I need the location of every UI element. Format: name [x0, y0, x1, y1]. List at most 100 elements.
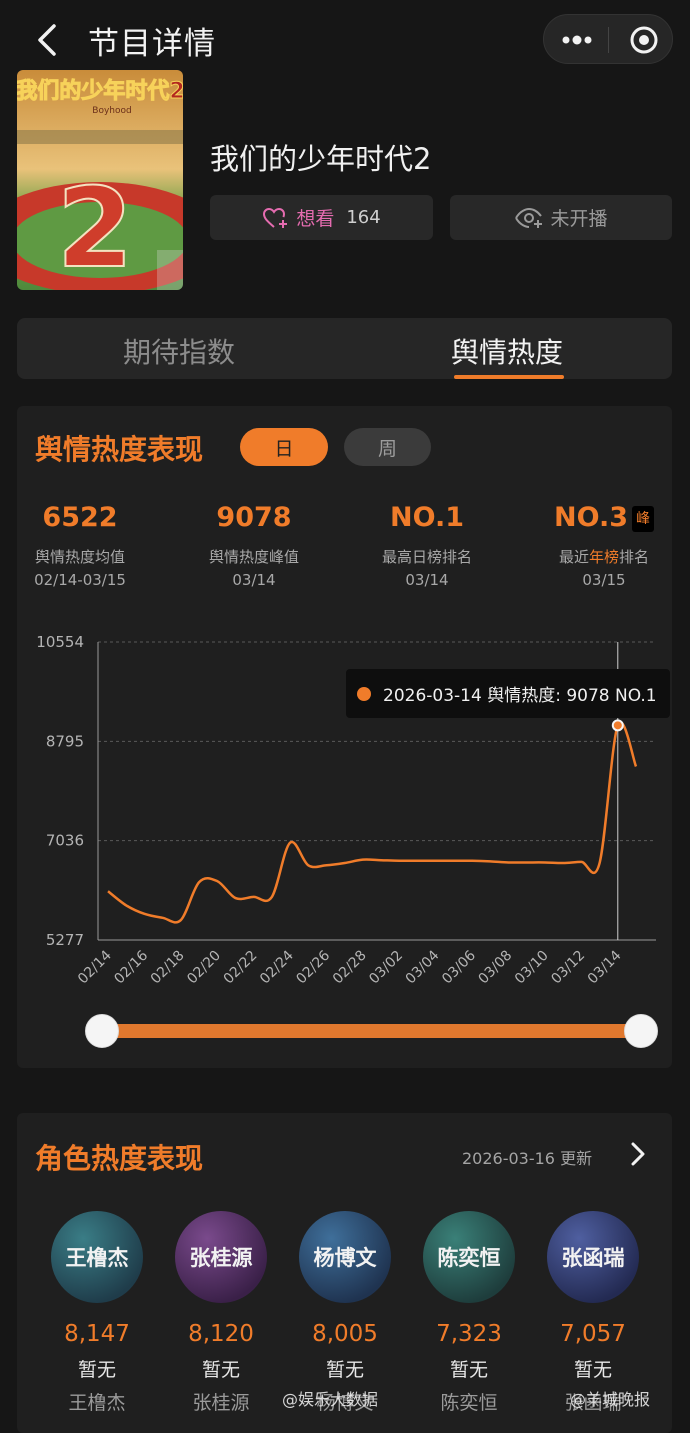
stat-date: 03/14 [405, 571, 449, 589]
heart-plus-icon [263, 207, 288, 228]
stat-date: 03/14 [232, 571, 276, 589]
stat-label-pre: 最近 [558, 548, 589, 566]
y-tick-label: 5277 [46, 931, 84, 949]
role-rank: 暂无 [77, 1359, 116, 1381]
x-tick-label: 02/22 [221, 948, 261, 988]
update-time: 2026-03-16 更新 [462, 1149, 593, 1168]
x-tick-label: 03/08 [476, 948, 516, 988]
role-rank: 暂无 [325, 1359, 364, 1381]
x-tick-label: 02/14 [75, 947, 115, 987]
role-score: 7,057 [560, 1321, 626, 1347]
want-count: 164 [346, 207, 381, 228]
role-item[interactable]: 王橹杰 8,147 暂无 王橹杰 [49, 1211, 145, 1415]
role-actor: 王橹杰 [68, 1392, 126, 1414]
y-tick-label: 8795 [46, 732, 84, 750]
role-item[interactable]: 张函瑞 7,057 暂无 张函瑞 [545, 1211, 641, 1415]
watermark-left: @娱乐大数据 [282, 1390, 379, 1409]
tab-bar: 期待指数 舆情热度 [17, 318, 672, 379]
stat-value: NO.1 [390, 502, 464, 533]
role-avatar: 杨博文 [299, 1211, 391, 1303]
stat-value: 9078 [216, 502, 292, 533]
x-tick-label: 02/24 [257, 947, 297, 987]
x-tick-label: 02/26 [293, 947, 333, 987]
status-label: 未开播 [550, 208, 608, 230]
stat-label-highlight: 年榜 [588, 548, 619, 566]
stat-label-post: 排名 [619, 548, 650, 566]
tab-public-opinion-heat[interactable]: 舆情热度 [451, 331, 563, 371]
x-tick-label: 02/28 [330, 948, 370, 988]
highlight-point [611, 719, 624, 732]
range-slider-end-handle[interactable] [624, 1014, 658, 1048]
role-score: 8,147 [64, 1321, 130, 1347]
stat-average: 6522 舆情热度均值 02/14-03/15 [5, 502, 155, 589]
capsule-divider [608, 27, 609, 53]
x-tick-label: 03/04 [403, 947, 443, 987]
range-slider-track[interactable] [102, 1024, 641, 1038]
top-bar: 节目详情 [0, 0, 690, 80]
want-label: 想看 [296, 208, 335, 230]
role-score: 8,120 [188, 1321, 254, 1347]
tab-expectation-index[interactable]: 期待指数 [123, 331, 235, 371]
want-to-watch-button[interactable]: 想看 164 [210, 195, 433, 240]
x-tick-label: 02/16 [111, 947, 151, 987]
poster-subtitle-art: Boyhood [92, 106, 131, 116]
x-tick-label: 03/06 [439, 947, 479, 987]
stat-label: 最高日榜排名 [381, 548, 472, 566]
broadcast-status-button[interactable]: 未开播 [450, 195, 672, 240]
mini-program-capsule [543, 14, 673, 64]
stat-peak: 9078 舆情热度峰值 03/14 [179, 502, 329, 589]
x-tick-label: 03/10 [512, 948, 552, 988]
section-title: 角色热度表现 [35, 1142, 204, 1175]
chevron-right-icon[interactable] [627, 1139, 649, 1169]
stat-recent-annual-rank: NO.3 峰 最近年榜排名 03/15 [529, 502, 679, 589]
more-icon[interactable] [558, 25, 598, 55]
role-heat-card: 角色热度表现 2026-03-16 更新 王橹杰 8,147 暂无 王橹杰 张桂… [17, 1113, 672, 1433]
toggle-day-button[interactable]: 日 [240, 428, 328, 466]
y-tick-label: 7036 [46, 832, 84, 850]
active-tab-indicator [454, 375, 564, 379]
heat-performance-card: 舆情热度表现 日 周 6522 舆情热度均值 02/14-03/15 9078 … [17, 406, 672, 1068]
stat-label: 舆情热度均值 [34, 548, 125, 566]
page-title: 节目详情 [88, 26, 216, 62]
x-tick-label: 02/20 [184, 948, 224, 988]
role-item[interactable]: 张桂源 8,120 暂无 张桂源 [173, 1211, 269, 1415]
role-item[interactable]: 陈奕恒 7,323 暂无 陈奕恒 [421, 1211, 517, 1415]
x-tick-label: 03/14 [585, 947, 625, 987]
watermark-right: @羊城晚报 [570, 1390, 651, 1409]
role-avatar: 陈奕恒 [423, 1211, 515, 1303]
eye-plus-icon [515, 207, 543, 228]
close-icon[interactable] [628, 24, 660, 56]
toggle-week-button[interactable]: 周 [344, 428, 431, 466]
role-score: 7,323 [436, 1321, 502, 1347]
stat-highest-daily-rank: NO.1 最高日榜排名 03/14 [352, 502, 502, 589]
show-title: 我们的少年时代2 [210, 142, 432, 176]
series-line [107, 721, 638, 924]
stat-date: 02/14-03/15 [34, 571, 126, 589]
range-slider-start-handle[interactable] [85, 1014, 119, 1048]
poster-title-art: 我们的少年时代2 [17, 78, 183, 104]
section-title: 舆情热度表现 [35, 433, 204, 466]
role-item[interactable]: 杨博文 8,005 暂无 杨博文 [297, 1211, 393, 1415]
stat-value: 6522 [42, 502, 118, 533]
tooltip-dot [357, 686, 371, 701]
poster-image[interactable]: 2 我们的少年时代2 Boyhood [17, 70, 183, 290]
role-rank: 暂无 [573, 1359, 612, 1381]
peak-badge: 峰 [632, 505, 654, 532]
stat-date: 03/15 [582, 571, 626, 589]
role-avatar: 王橹杰 [51, 1211, 143, 1303]
back-icon[interactable] [30, 18, 66, 62]
x-tick-label: 03/02 [366, 948, 406, 988]
role-rank: 暂无 [449, 1359, 488, 1381]
y-tick-label: 10554 [36, 633, 84, 651]
stat-value: NO.3 [554, 502, 628, 533]
role-actor: 陈奕恒 [440, 1392, 498, 1414]
chart-tooltip: 2026-03-14 舆情热度: 9078 NO.1 [346, 669, 670, 718]
stat-label: 舆情热度峰值 [208, 548, 299, 566]
role-avatar: 张桂源 [175, 1211, 267, 1303]
x-tick-label: 03/12 [548, 948, 588, 988]
role-avatar: 张函瑞 [547, 1211, 639, 1303]
role-score: 8,005 [312, 1321, 378, 1347]
role-rank: 暂无 [201, 1359, 240, 1381]
tooltip-text: 2026-03-14 舆情热度: 9078 NO.1 [383, 686, 657, 706]
x-tick-label: 02/18 [148, 948, 188, 988]
